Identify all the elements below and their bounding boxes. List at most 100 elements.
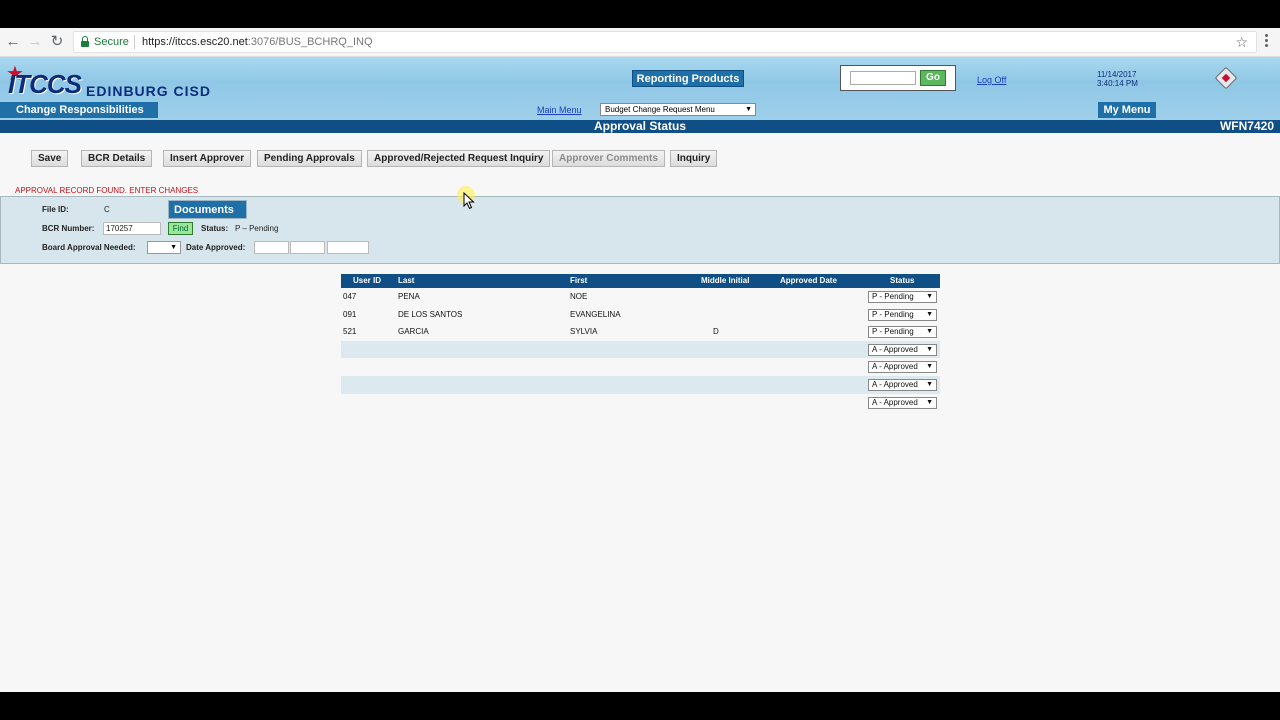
board-approval-select[interactable]: ▼ <box>147 241 181 254</box>
status-select[interactable]: P - Pending ▼ <box>868 326 937 339</box>
district-name: EDINBURG CISD <box>86 83 212 99</box>
caret-down-icon: ▼ <box>926 293 933 300</box>
mouse-cursor-icon <box>457 186 483 212</box>
bcr-number-input[interactable]: 170257 <box>103 222 161 235</box>
status-select[interactable]: P - Pending ▼ <box>868 291 937 303</box>
approved-rejected-inquiry-button[interactable]: Approved/Rejected Request Inquiry <box>367 150 551 167</box>
logo-text: ITCCS <box>8 69 82 99</box>
cell-first: SYLVIA <box>570 327 598 337</box>
lock-icon <box>81 36 89 47</box>
cell-first: EVANGELINA <box>570 309 621 319</box>
caret-down-icon: ▼ <box>745 106 752 113</box>
date-approved-day-input[interactable] <box>290 241 325 254</box>
bcr-number-label: BCR Number: <box>42 224 95 233</box>
kebab-menu-icon[interactable] <box>1262 34 1270 50</box>
caret-down-icon: ▼ <box>170 244 177 251</box>
current-time: 3:40:14 PM <box>1097 79 1138 88</box>
main-menu-link[interactable]: Main Menu <box>537 105 582 115</box>
reload-icon[interactable]: ↻ <box>49 34 65 50</box>
caret-down-icon: ▼ <box>926 310 933 318</box>
status-message: APPROVAL RECORD FOUND. ENTER CHANGES <box>15 186 199 195</box>
cell-last: DE LOS SANTOS <box>398 309 463 319</box>
cell-last: PENA <box>398 292 420 301</box>
status-select[interactable]: A - Approved ▼ <box>868 396 937 409</box>
status-select[interactable]: A - Approved ▼ <box>868 343 937 356</box>
back-arrow-icon[interactable]: ← <box>5 34 21 50</box>
table-header: User ID Last First Middle Initial Approv… <box>341 274 940 288</box>
quick-search-box: Go <box>840 65 956 91</box>
status-value: P – Pending <box>235 224 279 233</box>
forward-arrow-icon[interactable]: → <box>27 34 43 50</box>
app-launcher-icon[interactable] <box>1214 66 1238 90</box>
bcr-details-button[interactable]: BCR Details <box>81 150 153 167</box>
menu-select[interactable]: Budget Change Request Menu ▼ <box>600 103 756 116</box>
board-approval-label: Board Approval Needed: <box>42 243 136 252</box>
inquiry-button[interactable]: Inquiry <box>670 150 718 167</box>
col-approved-date: Approved Date <box>780 276 837 285</box>
url-text[interactable]: https://itccs.esc20.net:3076/BUS_BCHRQ_I… <box>142 36 373 48</box>
table-row: 091 DE LOS SANTOS EVANGELINA P - Pending… <box>341 306 940 324</box>
cell-user-id: 091 <box>343 309 357 319</box>
file-id-value: C <box>104 205 110 214</box>
cell-user-id: 047 <box>343 292 357 301</box>
date-approved-month-input[interactable] <box>254 241 289 254</box>
bcr-form-panel: File ID: C Documents BCR Number: 170257 … <box>0 196 1280 264</box>
quick-search-input[interactable] <box>850 71 916 85</box>
status-select-value: A - Approved <box>872 362 918 372</box>
col-last: Last <box>398 276 415 285</box>
screen: ← → ↻ Secure https://itccs.esc20.net:307… <box>0 0 1280 720</box>
url-separator <box>134 35 135 49</box>
status-select-value: A - Approved <box>872 379 918 389</box>
my-menu-button[interactable]: My Menu <box>1098 102 1156 118</box>
menu-select-value: Budget Change Request Menu <box>605 105 715 114</box>
col-status: Status <box>890 276 915 285</box>
page-title: Approval Status <box>593 119 686 133</box>
app-header: ★ ITCCS EDINBURG CISD Change Responsibil… <box>0 57 1280 120</box>
browser-toolbar: ← → ↻ Secure https://itccs.esc20.net:307… <box>0 28 1280 57</box>
status-select[interactable]: A - Approved ▼ <box>868 361 937 374</box>
caret-down-icon: ▼ <box>926 398 933 406</box>
table-row: 521 GARCIA SYLVIA D P - Pending ▼ <box>341 323 940 341</box>
col-first: First <box>570 276 588 285</box>
table-row: A - Approved ▼ <box>341 375 940 394</box>
reporting-products-button[interactable]: Reporting Products <box>632 70 744 87</box>
caret-down-icon: ▼ <box>926 345 933 353</box>
insert-approver-button[interactable]: Insert Approver <box>163 150 252 167</box>
status-select[interactable]: P - Pending ▼ <box>868 308 937 321</box>
itccs-logo: ★ ITCCS <box>2 59 86 99</box>
status-select-value: P - Pending <box>872 292 914 301</box>
secure-label: Secure <box>94 36 129 48</box>
save-button[interactable]: Save <box>31 150 69 167</box>
title-bar: Approval Status WFN7420 <box>0 120 1280 133</box>
cell-user-id: 521 <box>343 327 357 337</box>
table-row: A - Approved ▼ <box>341 358 940 376</box>
cell-first: NOE <box>570 292 588 301</box>
status-label: Status: <box>201 224 229 233</box>
bookmark-star-icon[interactable]: ☆ <box>1235 34 1248 51</box>
caret-down-icon: ▼ <box>926 328 933 336</box>
col-middle-initial: Middle Initial <box>701 276 750 285</box>
approvers-table: User ID Last First Middle Initial Approv… <box>341 274 940 411</box>
table-row: 047 PENA NOE P - Pending ▼ <box>341 288 940 306</box>
documents-button[interactable]: Documents <box>168 200 247 219</box>
file-id-label: File ID: <box>42 205 69 214</box>
cell-middle-initial: D <box>713 327 719 337</box>
log-off-link[interactable]: Log Off <box>977 75 1006 85</box>
status-select[interactable]: A - Approved ▼ <box>868 378 937 391</box>
date-approved-year-input[interactable] <box>327 241 369 254</box>
table-row: A - Approved ▼ <box>341 394 940 412</box>
find-button[interactable]: Find <box>168 222 193 235</box>
status-select-value: A - Approved <box>872 344 918 354</box>
current-date: 11/14/2017 <box>1097 70 1137 79</box>
url-host: https://itccs.esc20.net <box>142 36 248 48</box>
address-bar[interactable]: Secure https://itccs.esc20.net:3076/BUS_… <box>73 31 1257 53</box>
change-responsibilities-button[interactable]: Change Responsibilities <box>0 102 158 118</box>
approver-comments-button[interactable]: Approver Comments <box>552 150 665 167</box>
pending-approvals-button[interactable]: Pending Approvals <box>257 150 362 167</box>
url-path: :3076/BUS_BCHRQ_INQ <box>247 36 373 48</box>
status-select-value: A - Approved <box>872 397 918 407</box>
caret-down-icon: ▼ <box>926 380 933 388</box>
cell-last: GARCIA <box>398 327 429 337</box>
go-button[interactable]: Go <box>920 70 946 86</box>
status-select-value: P - Pending <box>872 327 914 337</box>
